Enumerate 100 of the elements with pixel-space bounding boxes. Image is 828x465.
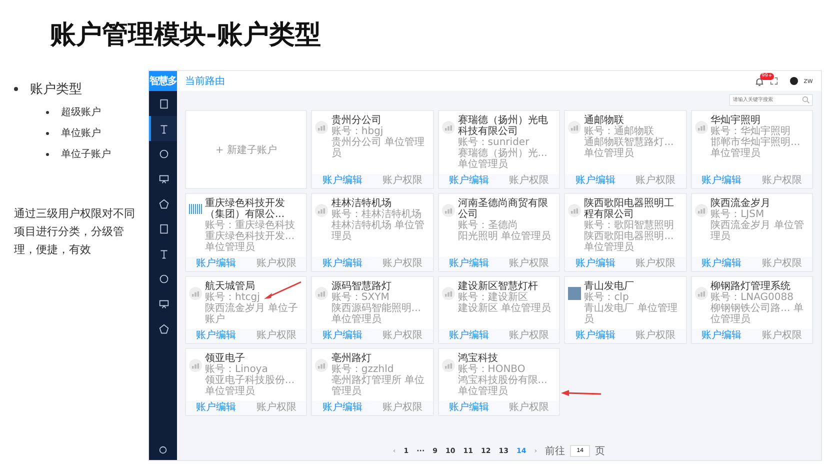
avatar-icon — [442, 204, 455, 217]
account-id: 账号：建设新区 — [458, 292, 528, 303]
bullet-text: 单位子账户 — [61, 148, 111, 161]
account-permissions-button[interactable]: 账户权限 — [752, 257, 812, 271]
avatar-icon — [189, 359, 202, 372]
edit-account-button[interactable]: 账户编辑 — [438, 174, 499, 188]
edit-account-button[interactable]: 账户编辑 — [186, 401, 246, 415]
account-description: 领亚电子科技股份... 单位管理员 — [205, 375, 296, 397]
avatar-icon — [694, 287, 708, 300]
account-id: 账号：sunrider — [458, 137, 530, 148]
account-permissions-button[interactable]: 账户权限 — [499, 401, 560, 415]
account-permissions-button[interactable]: 账户权限 — [246, 401, 306, 415]
edit-account-button[interactable]: 账户编辑 — [186, 329, 246, 343]
help-icon[interactable] — [159, 446, 167, 454]
account-name: 河南圣德尚商贸有限公司 — [458, 198, 549, 220]
account-name: 桂林洁特机场 — [331, 198, 392, 209]
document-icon[interactable] — [159, 224, 169, 234]
account-description: 邯郸市华灿宇照明... 单位管理员 — [710, 137, 802, 159]
edit-account-button[interactable]: 账户编辑 — [438, 257, 499, 271]
pentagon-icon[interactable] — [159, 324, 169, 334]
account-permissions-button[interactable]: 账户权限 — [372, 174, 433, 188]
avatar-icon — [315, 204, 328, 217]
account-id: 账号：SXYM — [331, 292, 390, 303]
account-name: 通邮物联 — [584, 115, 624, 126]
account-permissions-button[interactable]: 账户权限 — [372, 401, 433, 415]
pentagon-icon[interactable] — [159, 198, 169, 208]
bullet-icon — [46, 110, 49, 114]
account-description: 陕西流金岁月 单位管理员 — [710, 220, 805, 242]
account-name: 航天城管局 — [205, 281, 255, 292]
avatar-icon — [442, 121, 455, 134]
account-name: 柳钢路灯管理系统 — [710, 281, 791, 292]
avatar-icon — [315, 121, 328, 134]
edit-account-button[interactable]: 账户编辑 — [312, 174, 373, 188]
account-name: 陕西流金岁月 — [710, 198, 771, 209]
account-permissions-button[interactable]: 账户权限 — [246, 257, 306, 271]
account-permissions-button[interactable]: 账户权限 — [752, 329, 812, 343]
sidebar-item[interactable] — [149, 116, 177, 141]
edit-account-button[interactable]: 账户编辑 — [692, 174, 752, 188]
account-description: 青山发电厂 单位管理员 — [584, 303, 678, 325]
account-permissions-button[interactable]: 账户权限 — [372, 329, 433, 343]
circle-icon[interactable] — [159, 274, 169, 284]
edit-account-button[interactable]: 账户编辑 — [312, 401, 373, 415]
account-name: 华灿宇照明 — [710, 115, 761, 126]
account-permissions-button[interactable]: 账户权限 — [752, 174, 812, 188]
account-description: 建设新区 单位管理员 — [458, 303, 551, 314]
edit-account-button[interactable]: 账户编辑 — [438, 329, 499, 343]
screen-icon[interactable] — [159, 298, 169, 308]
document-icon[interactable] — [159, 98, 169, 108]
edit-account-button[interactable]: 账户编辑 — [692, 329, 752, 343]
account-description: 亳州路灯管理所 单位管理员 — [331, 375, 426, 397]
new-account-label[interactable]: + 新建子账户 — [215, 142, 277, 156]
account-description: 陕西流金岁月 单位子账户 — [205, 303, 300, 325]
bullet-icon — [14, 87, 18, 91]
edit-account-button[interactable]: 账户编辑 — [312, 329, 373, 343]
avatar-icon — [442, 287, 455, 300]
account-id: 账号：Linoya — [205, 364, 268, 375]
account-name: 领亚电子 — [205, 353, 245, 364]
account-permissions-button[interactable]: 账户权限 — [625, 329, 686, 343]
account-id: 账号：htcgj — [205, 292, 260, 303]
bullet-text: 单位账户 — [61, 126, 101, 140]
user-avatar[interactable] — [790, 77, 798, 85]
account-description: 陕西歌阳电器照明... 单位管理员 — [584, 231, 675, 253]
account-permissions-button[interactable]: 账户权限 — [499, 257, 560, 271]
bell-icon[interactable] — [754, 76, 764, 86]
breadcrumb[interactable]: 当前路由 — [185, 74, 225, 88]
edit-account-button[interactable]: 账户编辑 — [438, 401, 499, 415]
fullscreen-icon[interactable] — [770, 77, 778, 85]
account-permissions-button[interactable]: 账户权限 — [625, 174, 686, 188]
account-id: 账号：桂林洁特机场 — [331, 209, 422, 220]
edit-account-button[interactable]: 账户编辑 — [565, 174, 626, 188]
account-permissions-button[interactable]: 账户权限 — [499, 174, 560, 188]
edit-account-button[interactable]: 账户编辑 — [186, 257, 246, 271]
account-id: 账号：歌阳智慧照明 — [584, 220, 674, 231]
page-unit-label: 页 — [595, 445, 606, 458]
search-icon — [802, 96, 810, 104]
text-icon[interactable] — [159, 248, 169, 258]
edit-account-button[interactable]: 账户编辑 — [565, 329, 626, 343]
account-id: 账号：clp — [584, 292, 629, 303]
account-name: 亳州路灯 — [331, 353, 372, 364]
edit-account-button[interactable]: 账户编辑 — [565, 257, 626, 271]
account-name: 贵州分公司 — [331, 115, 382, 126]
account-description: 陕西源码智能照明... 单位管理员 — [331, 303, 422, 325]
edit-account-button[interactable]: 账户编辑 — [312, 257, 373, 271]
company-logo — [189, 204, 202, 214]
account-id: 账号：圣德尚 — [458, 220, 518, 231]
bullet-text: 账户类型 — [30, 81, 82, 98]
annotation-arrow — [262, 281, 302, 301]
edit-account-button[interactable]: 账户编辑 — [692, 257, 752, 271]
bullet-icon — [46, 152, 49, 156]
account-permissions-button[interactable]: 账户权限 — [625, 257, 686, 271]
bullet-icon — [46, 132, 49, 134]
account-description: 桂林洁特机场 单位管理员 — [331, 220, 426, 242]
screen-icon[interactable] — [159, 174, 169, 184]
account-permissions-button[interactable]: 账户权限 — [246, 329, 306, 343]
new-account-card[interactable]: + 新建子账户 — [185, 110, 308, 189]
text-icon[interactable] — [159, 124, 169, 134]
circle-icon[interactable] — [159, 148, 169, 158]
account-permissions-button[interactable]: 账户权限 — [499, 329, 560, 343]
account-permissions-button[interactable]: 账户权限 — [372, 257, 433, 271]
account-id: 账号：HONBO — [458, 364, 526, 375]
